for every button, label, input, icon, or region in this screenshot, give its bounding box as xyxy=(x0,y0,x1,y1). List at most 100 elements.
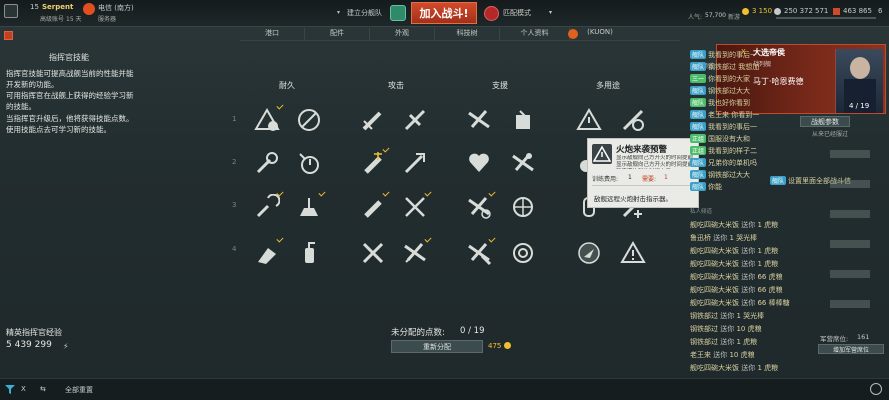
battle-mode-label[interactable]: 匹配模式 xyxy=(503,8,531,18)
credits-value: 250 372 xyxy=(784,7,813,15)
tooltip-cost-label: 训练费用: xyxy=(592,176,619,183)
settings-gear-icon[interactable] xyxy=(870,383,882,395)
skill-torpedo-protection-icon[interactable] xyxy=(294,105,324,135)
filter-x[interactable]: X xyxy=(21,385,26,393)
chat-tag: 舰队 xyxy=(690,98,707,107)
chat-text: 国服没有大和 xyxy=(708,135,751,143)
skill-consumables-icon[interactable] xyxy=(508,105,538,135)
tab-clan[interactable]: (KUON) xyxy=(570,28,630,40)
skill-aa-defense-icon[interactable] xyxy=(464,192,494,222)
chat-line: 舰队 我也好你看到 xyxy=(690,98,750,108)
gift-line: 舰吃四碗大米饭 送你 1 虎粮 xyxy=(690,220,778,230)
gift-item: 虎粮 xyxy=(747,325,762,333)
gift-qty: 1 xyxy=(757,221,762,229)
battle-button[interactable]: 加入战斗! xyxy=(411,2,477,24)
gift-line: 舰吃四碗大米饭 送你 1 虎粮 xyxy=(690,246,778,256)
chat-tag: 舰队 xyxy=(690,86,707,95)
reset-all-button[interactable]: 全部重置 xyxy=(65,385,93,395)
server-name[interactable]: 电信 (南方) xyxy=(98,3,134,13)
doubloon-icon xyxy=(742,8,749,15)
exit-icon[interactable] xyxy=(4,31,13,40)
skill-manual-fire-control-icon[interactable] xyxy=(358,238,388,268)
skill-inertia-fuse-icon[interactable] xyxy=(358,192,388,222)
skill-basic-firing-training-icon[interactable] xyxy=(252,148,282,178)
skill-learned-check-icon xyxy=(276,189,284,197)
skill-preventive-maintenance-icon[interactable] xyxy=(252,105,282,135)
skill-aircraft-icon[interactable] xyxy=(400,105,430,135)
filter-icon[interactable] xyxy=(5,384,15,394)
gift-line: 舰吃四碗大米饭 送你 1 虎粮 xyxy=(690,259,778,269)
ship-silhouette-icon xyxy=(830,150,870,158)
chat-text: 老王来 你看到一 xyxy=(708,111,760,119)
chat-tag: 舰队 xyxy=(690,182,707,191)
skill-fire-prevention-icon[interactable] xyxy=(294,192,324,222)
clan-icon xyxy=(568,29,578,39)
bottom-bar: X ⇆ 全部重置 xyxy=(0,378,889,400)
player-name[interactable]: Serpent xyxy=(42,3,73,11)
skill-survivability-expert-icon[interactable] xyxy=(252,238,282,268)
reset-button[interactable]: 重新分配 xyxy=(391,340,483,353)
skill-grease-gun-icon[interactable] xyxy=(358,105,388,135)
skill-timer-icon[interactable] xyxy=(294,148,324,178)
skill-learned-check-icon xyxy=(382,145,390,153)
elite-xp-value: 5 439 299 xyxy=(6,340,52,350)
gift-item: 虎粮 xyxy=(743,338,758,346)
ship-carousel-strip[interactable] xyxy=(820,140,880,340)
skill-radar-icon[interactable] xyxy=(508,238,538,268)
ship-silhouette-icon xyxy=(830,180,870,188)
menu-icon[interactable] xyxy=(4,4,18,18)
elite-xp-label: 精英指挥官经验 xyxy=(6,328,62,337)
tab-equipment[interactable]: 配件 xyxy=(305,28,370,40)
gift-qty: 1 xyxy=(736,312,741,320)
add-barracks-button[interactable]: 增加军营席位 xyxy=(818,344,884,354)
skill-learned-check-icon xyxy=(424,235,432,243)
division-icon[interactable] xyxy=(390,5,406,21)
chat-text: 我看到的事后一 xyxy=(708,123,758,131)
skill-danger-alert-icon[interactable] xyxy=(618,238,648,268)
skill-concealment-icon[interactable] xyxy=(574,238,604,268)
skill-manual-aa-icon[interactable] xyxy=(464,238,494,268)
skill-incoming-fire-alert-icon[interactable] xyxy=(574,105,604,135)
app-root: 15 Serpent 高级账号 15 天 电信 (南方) 服务器 ▾ 建立分舰队… xyxy=(0,0,889,400)
server-icon xyxy=(83,3,95,15)
chat-line: 舰队 你能 xyxy=(690,182,722,192)
doubloon-icon xyxy=(504,342,511,349)
chat-tag: 舰队 xyxy=(690,50,707,59)
skill-high-alert-icon[interactable] xyxy=(252,192,282,222)
ship-details-button[interactable]: 战舰参数 xyxy=(800,116,850,127)
skill-sight-stabilization-icon[interactable] xyxy=(508,192,538,222)
skill-expert-loader-icon[interactable] xyxy=(358,148,388,178)
chat-line: 舰队 我看到的事后一 xyxy=(690,50,757,60)
gift-item: 虎粮 xyxy=(764,260,779,268)
tab-profile[interactable]: 个人资料 xyxy=(500,28,570,40)
tier-label-2: 2 xyxy=(232,158,237,166)
tooltip-divider xyxy=(592,185,698,186)
filter-mode-icon[interactable]: ⇆ xyxy=(40,385,46,393)
skill-learned-check-icon xyxy=(424,189,432,197)
gift-sender: 老王来 xyxy=(690,351,711,359)
skill-priority-target-icon[interactable] xyxy=(618,105,648,135)
tab-tech-tree[interactable]: 科技树 xyxy=(435,28,500,40)
tab-port[interactable]: 港口 xyxy=(240,28,305,40)
skill-learned-check-icon xyxy=(318,189,326,197)
credits-icon xyxy=(774,8,781,15)
chat-tag: 舰队 xyxy=(690,158,707,167)
skill-air-supremacy-icon[interactable] xyxy=(508,148,538,178)
skill-fighter-icon[interactable] xyxy=(464,105,494,135)
skill-last-stand-icon[interactable] xyxy=(464,148,494,178)
gift-item: 虎粮 xyxy=(764,221,779,229)
skill-concealment-expert-icon[interactable] xyxy=(400,238,430,268)
gift-verb: 送你 xyxy=(741,364,756,372)
division-chevron-icon[interactable]: ▾ xyxy=(337,9,340,16)
skill-fire-extinguisher-icon[interactable] xyxy=(294,238,324,268)
skill-secondaries-icon[interactable] xyxy=(400,192,430,222)
tab-exterior[interactable]: 外观 xyxy=(370,28,435,40)
chat-line: 舰队 我看到的事后一 xyxy=(690,122,757,132)
coal-icon xyxy=(833,8,840,15)
chat-tag: 舰队 xyxy=(770,176,787,185)
battle-mode-chevron-icon[interactable]: ▾ xyxy=(549,9,552,16)
division-button[interactable]: 建立分舰队 xyxy=(347,8,382,18)
skill-demolition-expert-icon[interactable] xyxy=(400,148,430,178)
chat-line: 正组 国服没有大和 xyxy=(690,134,750,144)
skill-learned-check-icon xyxy=(488,189,496,197)
